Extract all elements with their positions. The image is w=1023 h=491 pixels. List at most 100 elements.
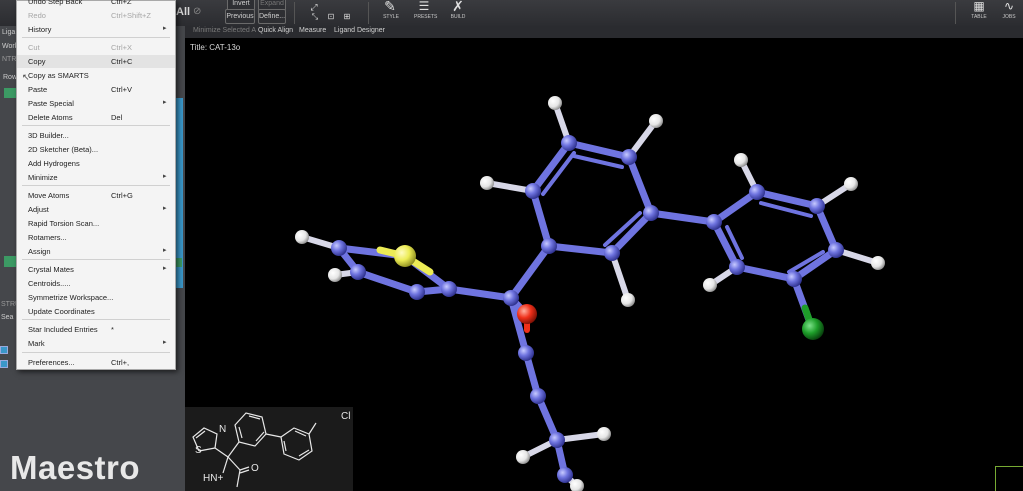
bonds xyxy=(299,100,881,489)
2d-structure-thumbnail: S N Cl HN+ O xyxy=(185,407,353,491)
menu-item-shortcut: Ctrl+Z xyxy=(111,0,132,6)
menu-item-star-included-entries[interactable]: Star Included Entries * xyxy=(17,323,175,336)
menu-item-label: 3D Builder... xyxy=(28,131,69,140)
menu-item-label: Adjust xyxy=(28,205,49,214)
menu-separator xyxy=(22,125,170,126)
sketch-sulfur-label: S xyxy=(195,445,202,456)
menu-separator xyxy=(22,259,170,260)
submenu-arrow-icon: ▸ xyxy=(163,25,167,32)
menu-item-paste[interactable]: Paste Ctrl+V xyxy=(17,83,175,96)
sketch-oxygen-label: O xyxy=(251,463,259,474)
menu-item-cut[interactable]: Cut Ctrl+X xyxy=(17,41,175,54)
atom-c xyxy=(749,184,765,200)
atom-c xyxy=(350,264,366,280)
menu-item-shortcut: Ctrl+Shift+Z xyxy=(111,11,152,20)
atom-c xyxy=(503,290,519,306)
menu-item-shortcut: Ctrl+V xyxy=(111,85,133,94)
atom-n xyxy=(409,284,425,300)
menu-item-undo[interactable]: Undo Step Back Ctrl+Z xyxy=(17,0,175,8)
menu-item-2d-sketcher[interactable]: 2D Sketcher (Beta)... xyxy=(17,143,175,156)
menu-item-crystal-mates[interactable]: Crystal Mates ▸ xyxy=(17,263,175,276)
menu-separator xyxy=(22,185,170,186)
edit-menu: Undo Step Back Ctrl+Z Redo Ctrl+Shift+Z Hist… xyxy=(16,0,176,370)
atom-c xyxy=(541,238,557,254)
menu-item-label: Assign xyxy=(28,247,51,256)
menu-item-minimize[interactable]: Minimize ▸ xyxy=(17,171,175,184)
atom-h xyxy=(548,96,562,110)
sketch-nitrogen-label: N xyxy=(219,424,227,435)
menu-item-label: Add Hydrogens xyxy=(28,159,80,168)
menu-separator xyxy=(22,37,170,38)
menu-item-label: Undo Step Back xyxy=(28,0,83,6)
atom-h xyxy=(649,114,663,128)
atom-n xyxy=(530,388,546,404)
menu-item-label: Symmetrize Workspace... xyxy=(28,293,114,302)
atom-o xyxy=(517,304,537,324)
menu-item-label: Rotamers... xyxy=(28,233,67,242)
submenu-arrow-icon: ▸ xyxy=(163,339,167,346)
menu-item-update-coordinates[interactable]: Update Coordinates xyxy=(17,305,175,318)
mouse-cursor-icon: ↖ xyxy=(22,72,30,82)
atom-c xyxy=(525,183,541,199)
menu-item-copy[interactable]: Copy Ctrl+C xyxy=(17,55,175,68)
menu-item-label: Centroids..... xyxy=(28,279,71,288)
menu-item-shortcut: Ctrl+X xyxy=(111,43,133,52)
viewer-corner-marker xyxy=(995,466,1023,491)
atom-c xyxy=(557,467,573,483)
menu-item-centroids[interactable]: Centroids..... xyxy=(17,277,175,290)
menu-item-move-atoms[interactable]: Move Atoms Ctrl+G xyxy=(17,189,175,202)
menu-item-assign[interactable]: Assign ▸ xyxy=(17,245,175,258)
menu-item-shortcut: Ctrl+C xyxy=(111,57,133,66)
menu-item-add-hydrogens[interactable]: Add Hydrogens xyxy=(17,157,175,170)
atom-c xyxy=(441,281,457,297)
menu-item-copy-as-smarts[interactable]: Copy as SMARTS xyxy=(17,69,175,82)
menu-item-symmetrize-workspace[interactable]: Symmetrize Workspace... xyxy=(17,291,175,304)
menu-item-shortcut: * xyxy=(111,325,114,334)
atom-c xyxy=(604,245,620,261)
menu-item-label: Copy as SMARTS xyxy=(28,71,89,80)
menu-item-history[interactable]: History ▸ xyxy=(17,23,175,36)
submenu-arrow-icon: ▸ xyxy=(163,99,167,106)
atom-h xyxy=(295,230,309,244)
menu-item-3d-builder[interactable]: 3D Builder... xyxy=(17,129,175,142)
maestro-logo: Maestro xyxy=(10,449,141,486)
menu-item-preferences[interactable]: Preferences... Ctrl+, xyxy=(17,356,175,369)
submenu-arrow-icon: ▸ xyxy=(163,205,167,212)
atom-c xyxy=(706,214,722,230)
atom-c xyxy=(518,345,534,361)
menu-item-shortcut: Ctrl+, xyxy=(111,358,130,367)
atom-c xyxy=(549,432,565,448)
atom-c xyxy=(331,240,347,256)
menu-item-label: Update Coordinates xyxy=(28,307,95,316)
atom-h xyxy=(328,268,342,282)
atom-c xyxy=(561,135,577,151)
menu-item-label: Preferences... xyxy=(28,358,75,367)
menu-item-label: Redo xyxy=(28,11,46,20)
menu-item-label: Cut xyxy=(28,43,40,52)
atom-h xyxy=(516,450,530,464)
atom-h xyxy=(734,153,748,167)
menu-item-delete-atoms[interactable]: Delete Atoms Del xyxy=(17,111,175,124)
menu-item-label: Copy xyxy=(28,57,46,66)
menu-item-label: Rapid Torsion Scan... xyxy=(28,219,100,228)
maestro-window: All ⊘ Invert Expand Previous Define... ⤢… xyxy=(0,0,1023,491)
atom-c xyxy=(809,198,825,214)
atom-h xyxy=(871,256,885,270)
menu-item-shortcut: Ctrl+G xyxy=(111,191,133,200)
menu-item-rotamers[interactable]: Rotamers... xyxy=(17,231,175,244)
atom-h xyxy=(703,278,717,292)
atom-h xyxy=(480,176,494,190)
menu-item-label: Paste xyxy=(28,85,48,94)
atom-c xyxy=(828,242,844,258)
submenu-arrow-icon: ▸ xyxy=(163,173,167,180)
menu-item-adjust[interactable]: Adjust ▸ xyxy=(17,203,175,216)
menu-item-label: Move Atoms xyxy=(28,191,70,200)
menu-item-mark[interactable]: Mark ▸ xyxy=(17,337,175,350)
atom-h xyxy=(597,427,611,441)
submenu-arrow-icon: ▸ xyxy=(163,247,167,254)
menu-item-redo[interactable]: Redo Ctrl+Shift+Z xyxy=(17,9,175,22)
menu-item-rapid-torsion-scan[interactable]: Rapid Torsion Scan... xyxy=(17,217,175,230)
sketch-chlorine-label: Cl xyxy=(341,411,351,422)
menu-item-label: Minimize xyxy=(28,173,58,182)
menu-item-paste-special[interactable]: Paste Special ▸ xyxy=(17,97,175,110)
